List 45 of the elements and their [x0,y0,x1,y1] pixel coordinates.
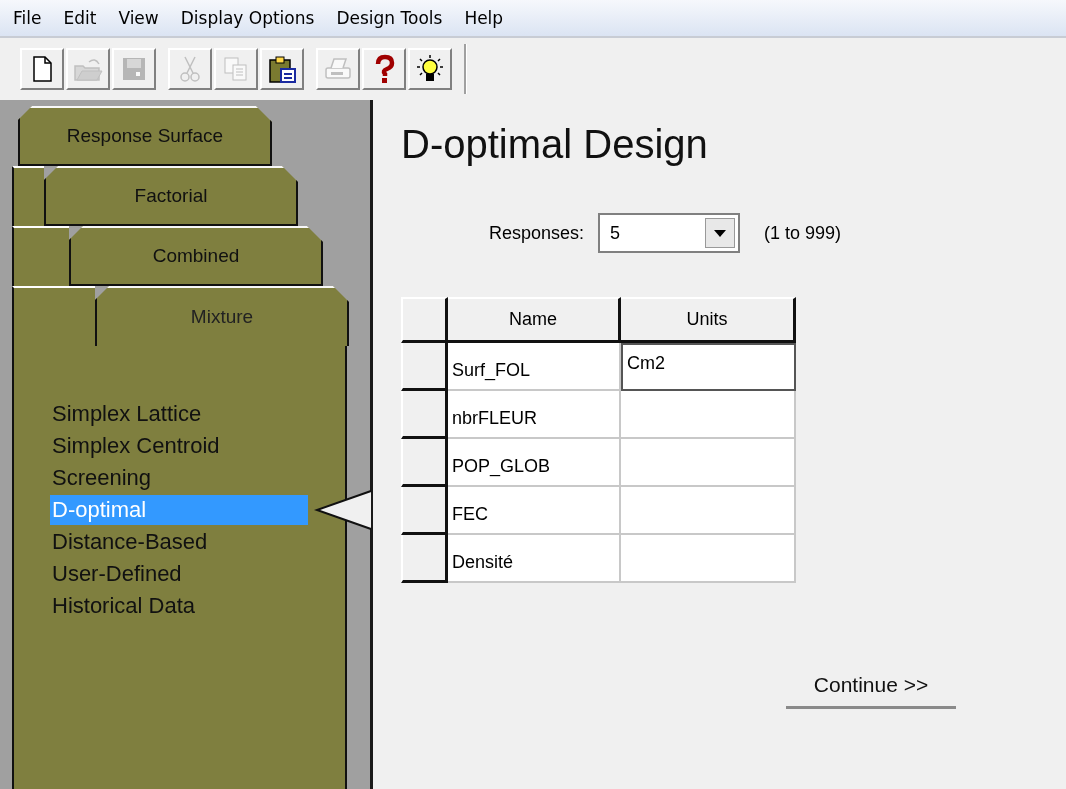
table-cell[interactable]: FEC [448,487,621,535]
table-cell[interactable]: nbrFLEUR [448,391,621,439]
table-cell[interactable]: POP_GLOB [448,439,621,487]
table-cell[interactable] [621,391,796,439]
design-tab[interactable]: Mixture [95,286,349,346]
menu-item[interactable]: Display Options [169,8,326,28]
design-type-item[interactable]: User-Defined [50,559,308,589]
row-header[interactable] [401,391,448,439]
design-type-item[interactable]: Simplex Centroid [50,431,308,461]
row-header[interactable] [401,343,448,391]
row-header[interactable] [401,535,448,583]
toolbar-button[interactable] [260,48,304,90]
table-cell[interactable]: Cm2 [621,343,796,391]
design-tab[interactable]: Combined [69,226,323,286]
column-header: Name [448,297,621,343]
dropdown-arrow-icon [714,229,727,237]
table-cell[interactable] [621,535,796,583]
table-cell[interactable] [621,487,796,535]
table-cell[interactable]: Densité [448,535,621,583]
row-header[interactable] [401,439,448,487]
design-type-item[interactable]: Screening [50,463,308,493]
toolbar-button[interactable] [20,48,64,90]
table-cell[interactable] [621,439,796,487]
responses-label: Responses: [489,222,585,244]
menu-item[interactable]: View [107,8,170,28]
menu-item[interactable]: Edit [52,8,108,28]
design-type-item[interactable]: Simplex Lattice [50,399,308,429]
range-hint: (1 to 999) [764,222,842,244]
responses-dropdown[interactable]: 5 [598,213,741,253]
menu-item[interactable]: File [2,8,53,28]
row-header[interactable] [401,487,448,535]
menu-item[interactable]: Help [453,8,515,28]
menu-item[interactable]: Design Tools [325,8,454,28]
column-header: Units [621,297,796,343]
corner-header [401,297,448,343]
page-title: D-optimal Design [401,122,709,167]
design-tab[interactable]: Response Surface [18,106,272,166]
table-cell[interactable]: Surf_FOL [448,343,621,391]
design-type-item[interactable]: Historical Data [50,591,308,621]
clipboard-icon [267,54,297,84]
toolbar-button[interactable] [408,48,452,90]
toolbar-button[interactable] [362,48,406,90]
design-tab[interactable]: Factorial [44,166,298,226]
design-type-item[interactable]: Distance-Based [50,527,308,557]
light-bulb-icon [415,54,445,84]
